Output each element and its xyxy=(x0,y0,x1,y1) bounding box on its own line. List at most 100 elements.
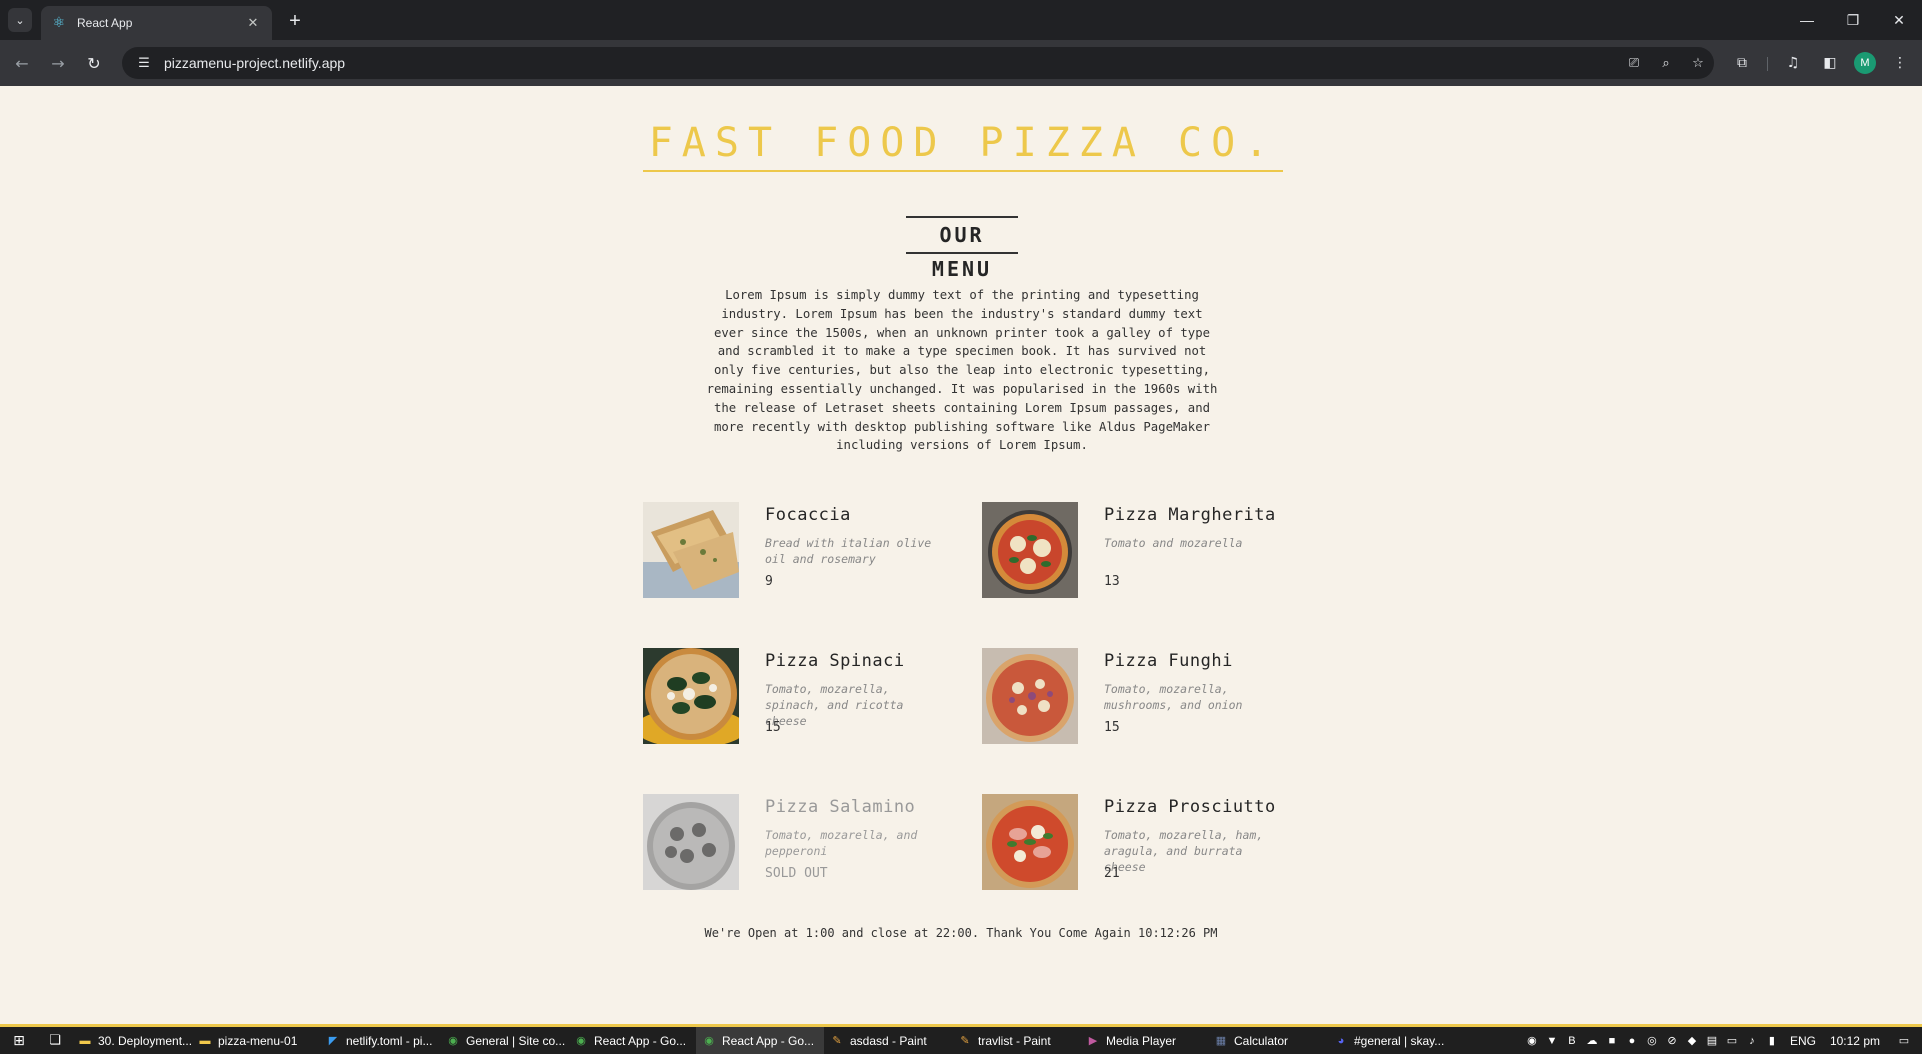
folder-icon: ▬ xyxy=(79,1034,91,1047)
opening-hours-footer: We're Open at 1:00 and close at 22:00. T… xyxy=(704,926,1218,940)
volume-icon[interactable]: ♪ xyxy=(1742,1035,1762,1047)
pizza-ingredients: Bread with italian olive oil and rosemar… xyxy=(765,536,932,566)
tab-search-icon[interactable]: ⌄ xyxy=(8,8,32,32)
windows-start-icon[interactable]: ⊞ xyxy=(0,1027,38,1054)
back-button[interactable]: ← xyxy=(10,51,34,75)
taskbar-app-label: React App - Go... xyxy=(722,1033,815,1048)
taskbar-app-button[interactable]: ▬ pizza-menu-01 xyxy=(192,1027,320,1054)
menu-item-info: Pizza Funghi Tomato, mozarella, mushroom… xyxy=(1104,648,1289,744)
pizza-ingredients: Tomato, mozarella, and pepperoni xyxy=(765,828,918,858)
url-text[interactable]: pizzamenu-project.netlify.app xyxy=(164,55,1618,71)
menu-item-info: Pizza Salamino Tomato, mozarella, and pe… xyxy=(765,794,950,890)
cloud-icon[interactable]: ☁ xyxy=(1582,1034,1602,1047)
restore-button[interactable]: ❐ xyxy=(1830,0,1876,40)
pizza-price: 9 xyxy=(765,574,773,589)
minimize-button[interactable]: — xyxy=(1784,0,1830,40)
pizza-image xyxy=(982,502,1078,598)
menu-item-sold-out: Pizza Salamino Tomato, mozarella, and pe… xyxy=(643,794,963,890)
pizza-name: Pizza Margherita xyxy=(1104,505,1276,525)
taskbar-app-button[interactable]: ◕ #general | skay... xyxy=(1328,1027,1478,1054)
taskbar-app-button[interactable]: ▦ Calculator xyxy=(1208,1027,1328,1054)
pizza-price: 15 xyxy=(1104,720,1120,735)
menu-item: Pizza Funghi Tomato, mozarella, mushroom… xyxy=(982,648,1302,744)
page-title: Fast Food Pizza Co. xyxy=(648,120,1278,166)
menu-item: Pizza Margherita Tomato and mozarella 13 xyxy=(982,502,1302,598)
menu-item-info: Focaccia Bread with italian olive oil an… xyxy=(765,502,950,598)
taskbar-app-button[interactable]: ✎ travlist - Paint xyxy=(952,1027,1080,1054)
taskbar-app-button[interactable]: ◉ React App - Go... xyxy=(696,1027,824,1054)
pizza-ingredients: Tomato, mozarella, mushrooms, and onion xyxy=(1104,682,1243,712)
calculator-icon: ▦ xyxy=(1215,1035,1227,1047)
taskbar-app-button[interactable]: ✎ asdasd - Paint xyxy=(824,1027,952,1054)
zoom-icon[interactable]: ⌕ xyxy=(1650,56,1682,71)
tray-app-icon[interactable]: ■ xyxy=(1602,1035,1622,1047)
more-menu-icon[interactable]: ⋮ xyxy=(1888,51,1912,75)
taskbar-app-button[interactable]: ◉ React App - Go... xyxy=(568,1027,696,1054)
menu-item: Pizza Prosciutto Tomato, mozarella, ham,… xyxy=(982,794,1302,890)
chrome-icon: ◉ xyxy=(704,1035,714,1047)
folder-icon: ▬ xyxy=(199,1034,211,1047)
pizza-ingredients: Tomato, mozarella, ham, aragula, and bur… xyxy=(1104,828,1264,874)
browser-tab[interactable]: ⚛ React App ✕ xyxy=(41,6,272,40)
taskbar-app-label: Calculator xyxy=(1234,1033,1289,1048)
taskbar-app-label: 30. Deployment... xyxy=(98,1033,192,1048)
react-favicon-icon: ⚛ xyxy=(52,15,66,31)
clock[interactable]: 10:12 pm xyxy=(1830,1034,1880,1048)
tray-app-icon[interactable]: ● xyxy=(1622,1035,1642,1047)
tray-app-icon[interactable]: ⊘ xyxy=(1662,1034,1682,1047)
taskbar-app-button[interactable]: ◉ General | Site co... xyxy=(440,1027,568,1054)
page-header: Fast Food Pizza Co. xyxy=(643,116,1283,172)
tray-app-icon[interactable]: B xyxy=(1562,1035,1582,1047)
pizza-ingredients: Tomato and mozarella xyxy=(1104,536,1243,550)
pizza-image xyxy=(643,648,739,744)
page-content: Fast Food Pizza Co. Our Menu Lorem Ipsum… xyxy=(0,86,1922,1024)
pizza-name: Pizza Prosciutto xyxy=(1104,797,1276,817)
reload-button[interactable]: ↻ xyxy=(82,51,106,75)
taskbar-app-label: netlify.toml - pi... xyxy=(346,1033,433,1048)
taskbar-app-label: asdasd - Paint xyxy=(850,1033,927,1048)
discord-icon: ◕ xyxy=(1337,1034,1345,1047)
address-bar[interactable]: ☰ pizzamenu-project.netlify.app ⎚ ⌕ ☆ xyxy=(122,47,1714,79)
menu-item-info: Pizza Spinaci Tomato, mozarella, spinach… xyxy=(765,648,950,744)
tray-app-icon[interactable]: ▼ xyxy=(1542,1035,1562,1047)
media-control-icon[interactable]: ♫ xyxy=(1781,51,1805,75)
install-app-icon[interactable]: ⎚ xyxy=(1618,56,1650,71)
network-icon[interactable]: ▭ xyxy=(1722,1034,1742,1047)
discord-tray-icon[interactable]: ◉ xyxy=(1522,1034,1542,1047)
side-panel-icon[interactable]: ◧ xyxy=(1818,51,1842,75)
pizza-image xyxy=(643,502,739,598)
notifications-icon[interactable]: ▭ xyxy=(1894,1034,1914,1047)
taskbar-app-button[interactable]: ◤ netlify.toml - pi... xyxy=(320,1027,440,1054)
power-icon[interactable]: ▮ xyxy=(1762,1034,1782,1047)
task-view-icon[interactable]: ❏ xyxy=(38,1027,72,1054)
pizza-ingredients: Tomato, mozarella, spinach, and ricotta … xyxy=(765,682,904,728)
pizza-image xyxy=(982,794,1078,890)
taskbar-app-button[interactable]: ▬ 30. Deployment... xyxy=(72,1027,193,1054)
forward-button[interactable]: → xyxy=(46,51,70,75)
chrome-icon: ◉ xyxy=(448,1035,458,1047)
taskbar-app-label: pizza-menu-01 xyxy=(218,1033,298,1048)
pizza-image xyxy=(643,794,739,890)
close-window-button[interactable]: ✕ xyxy=(1876,0,1922,40)
extensions-icon[interactable]: ⧉ xyxy=(1730,51,1754,75)
steam-icon[interactable]: ◎ xyxy=(1642,1034,1662,1047)
tray-app-icon[interactable]: ▤ xyxy=(1702,1034,1722,1047)
tray-app-icon[interactable]: ◆ xyxy=(1682,1034,1702,1047)
bookmark-star-icon[interactable]: ☆ xyxy=(1682,56,1714,71)
profile-avatar[interactable]: M xyxy=(1854,52,1876,74)
menu-item-info: Pizza Margherita Tomato and mozarella 13 xyxy=(1104,502,1289,598)
window-controls: — ❐ ✕ xyxy=(1784,0,1922,40)
windows-taskbar: ⊞ ❏ ▬ 30. Deployment... ▬ pizza-menu-01 ◤ net… xyxy=(0,1024,1922,1054)
tab-close-icon[interactable]: ✕ xyxy=(244,16,262,31)
menu-intro-text: Lorem Ipsum is simply dummy text of the … xyxy=(706,288,1218,453)
menu-item-info: Pizza Prosciutto Tomato, mozarella, ham,… xyxy=(1104,794,1289,890)
site-info-icon[interactable]: ☰ xyxy=(128,56,160,71)
new-tab-button[interactable]: + xyxy=(283,9,307,33)
taskbar-apps: ▬ 30. Deployment... ▬ pizza-menu-01 ◤ netlify… xyxy=(72,1027,1478,1054)
pizza-image xyxy=(982,648,1078,744)
language-indicator[interactable]: ENG xyxy=(1790,1034,1816,1048)
menu-item: Pizza Spinaci Tomato, mozarella, spinach… xyxy=(643,648,963,744)
system-tray: ◉ ▼ B ☁ ■ ● ◎ ⊘ ◆ ▤ ▭ ♪ ▮ ENG 10:12 pm ▭ xyxy=(1522,1027,1922,1054)
browser-toolbar: ← → ↻ ☰ pizzamenu-project.netlify.app ⎚ … xyxy=(0,40,1922,86)
taskbar-app-button[interactable]: ▶ Media Player xyxy=(1080,1027,1208,1054)
